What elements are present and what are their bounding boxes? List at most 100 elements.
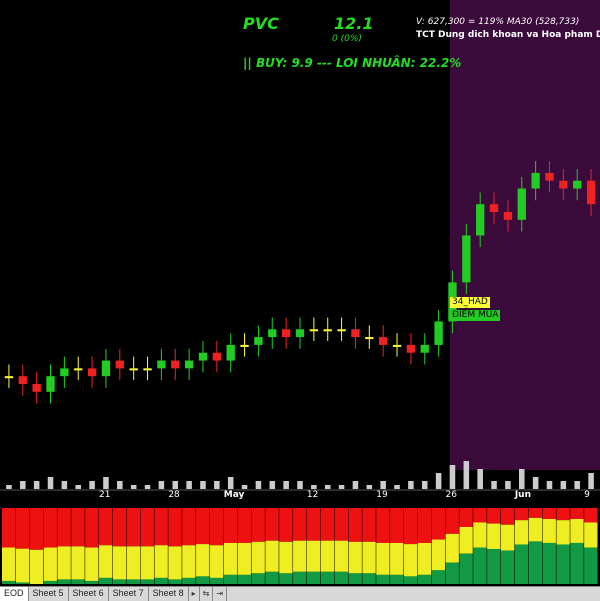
indicator-green [140,579,154,584]
volume-bar [47,477,54,489]
candle-body[interactable] [60,368,69,377]
candle-body[interactable] [32,384,41,392]
candle-body[interactable] [392,344,402,347]
candle-body[interactable] [420,344,429,353]
candle-body[interactable] [115,360,124,369]
indicator-green [417,574,432,584]
x-axis-label: 19 [376,490,388,500]
candle-body[interactable] [254,337,263,345]
indicator-red [390,508,404,543]
candle-body[interactable] [462,235,471,283]
indicator-red [57,508,71,547]
indicator-green [514,544,529,584]
sheet-tab[interactable]: Sheet 7 [109,587,149,601]
candle-body[interactable] [295,329,305,338]
indicator-red [500,508,515,525]
sheet-nav-icon[interactable]: ⇥ [213,587,228,601]
candle-body[interactable] [171,360,180,369]
candle-body[interactable] [351,329,360,338]
candle-body[interactable] [101,360,111,377]
indicator-green [2,580,16,584]
indicator-red [348,508,362,542]
candle-body[interactable] [337,329,346,332]
sheet-tab[interactable]: Sheet 5 [29,587,69,601]
candle-body[interactable] [406,344,416,353]
indicator-red [362,508,376,542]
candle-body[interactable] [281,329,291,338]
candle-body[interactable] [226,344,235,361]
price-chart[interactable] [0,0,600,586]
indicator-yellow [126,546,141,580]
volume-bar [311,485,317,489]
candle-body[interactable] [545,172,554,181]
chart-window[interactable]: PVC 12.1 0 (0%) || BUY: 9.9 --- LOI NHUÂ… [0,0,600,601]
candle-body[interactable] [268,329,277,338]
candle-body[interactable] [379,337,388,345]
indicator-yellow [584,522,598,548]
candle-body[interactable] [18,376,27,384]
indicator-yellow [251,541,265,574]
volume-bar [75,485,82,489]
indicator-green [334,571,349,584]
indicator-yellow [99,545,113,578]
candle-body[interactable] [531,172,540,189]
indicator-yellow [473,522,487,548]
candle-body[interactable] [559,180,568,189]
candle-body[interactable] [365,337,374,340]
volume-bar [20,481,26,489]
indicator-yellow [85,547,99,581]
candle-body[interactable] [212,352,221,361]
indicator-yellow [431,539,446,571]
candle-body[interactable] [129,368,138,371]
candle-body[interactable] [143,368,152,371]
indicator-red [223,508,238,543]
candle-body[interactable] [586,180,596,205]
volume-bar [117,481,123,489]
candle-body[interactable] [74,368,83,371]
candle-body[interactable] [573,180,582,189]
indicator-green [112,579,127,584]
indicator-green [196,576,210,584]
candle-body[interactable] [309,329,319,332]
indicator-red [154,508,168,546]
candle-body[interactable] [198,352,208,361]
candle-body[interactable] [517,188,526,220]
indicator-yellow [168,546,182,580]
indicator-green [168,579,182,584]
candle-body[interactable] [489,204,499,212]
candle-body[interactable] [476,204,485,236]
indicator-yellow [71,546,85,580]
indicator-yellow [514,520,529,545]
candle-body[interactable] [434,321,443,345]
sheet-nav-icon[interactable]: ▸ [189,587,200,601]
candle-body[interactable] [4,376,14,379]
indicator-red [514,508,529,521]
volume-bar [546,481,553,489]
candle-body[interactable] [46,376,55,392]
indicator-green [237,574,251,584]
indicator-green [223,574,238,584]
indicator-green [293,571,307,584]
indicator-yellow [500,524,515,551]
volume-bar [477,469,483,489]
indicator-green [542,542,556,584]
indicator-green [71,579,85,584]
indicator-yellow [237,542,251,575]
sheet-tab[interactable]: Sheet 8 [149,587,189,601]
indicator-yellow [57,546,71,580]
candle-body[interactable] [323,329,332,332]
candle-body[interactable] [184,360,194,369]
price-change: 0 (0%) [332,34,362,44]
candle-body[interactable] [240,344,249,347]
x-axis-label: 9 [584,490,590,500]
sheet-tab[interactable]: Sheet 6 [69,587,109,601]
indicator-yellow [112,546,127,580]
sheet-nav-icon[interactable]: ⇆ [200,587,214,601]
candle-body[interactable] [157,360,166,369]
sheet-tabs-bar: EOD Sheet 5 Sheet 6 Sheet 7 Sheet 8 ▸ ⇆ ⇥ [0,586,600,601]
volume-bar [200,481,206,489]
candle-body[interactable] [87,368,97,377]
candle-body[interactable] [503,212,513,220]
sheet-tab[interactable]: EOD [0,587,29,601]
indicator-yellow [209,545,224,578]
